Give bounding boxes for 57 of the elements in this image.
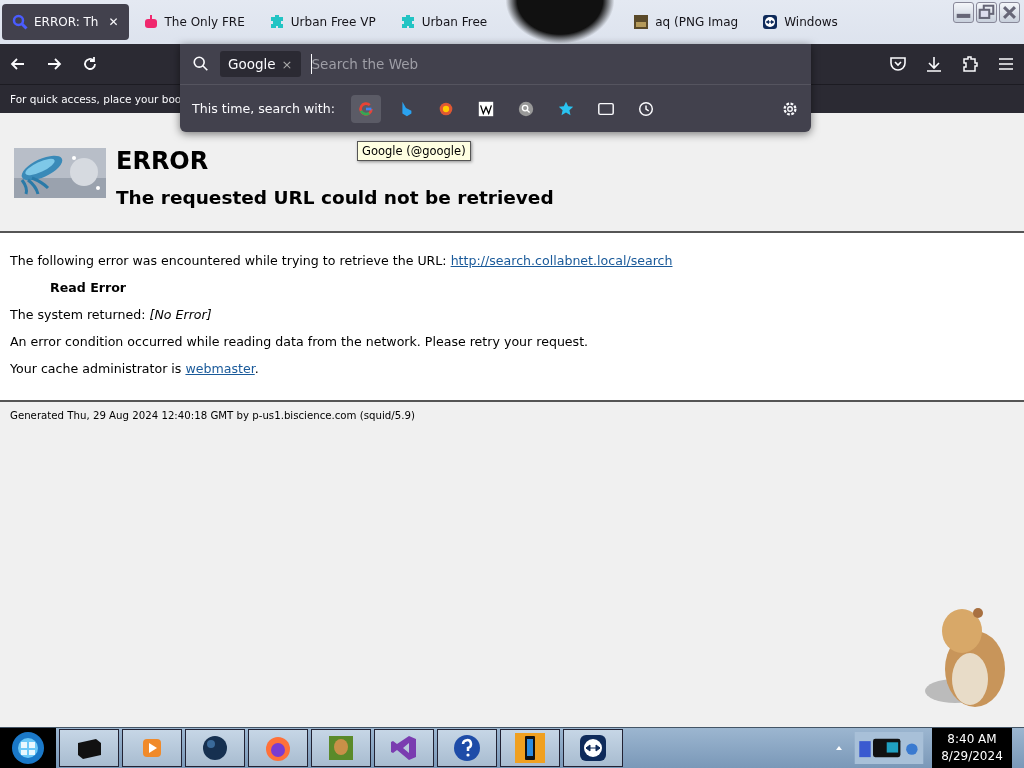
search-engine-chip[interactable]: Google × <box>220 51 301 77</box>
google-engine-button[interactable] <box>351 94 381 123</box>
browser-tab[interactable]: Windows <box>752 4 848 40</box>
error-name: Read Error <box>49 279 128 297</box>
player-app-button[interactable] <box>122 729 182 767</box>
url-link[interactable]: http://search.collabnet.local/search <box>450 253 673 268</box>
remote-app-button[interactable] <box>563 729 623 767</box>
system-returned-text: The system returned: [No Error] <box>10 306 213 324</box>
arrows-icon <box>578 733 608 763</box>
pocket-icon[interactable] <box>888 54 908 74</box>
puzzle-icon <box>268 14 285 30</box>
browser-tab[interactable]: aq (PNG Imag <box>623 4 749 40</box>
browser-tab[interactable]: Urban Free VP <box>258 4 386 40</box>
tray-icons-drawing[interactable] <box>854 732 924 764</box>
tablet-app-button[interactable] <box>500 729 560 767</box>
browser-tab[interactable]: Urban Free <box>389 4 498 40</box>
tablet-icon <box>515 733 545 763</box>
browser-tab[interactable]: The Only FRE <box>132 4 255 40</box>
tooltip: Google (@google) <box>357 141 471 161</box>
help-icon <box>452 733 482 763</box>
search-icon <box>192 55 210 73</box>
search-field[interactable]: Search the Web <box>310 54 799 74</box>
error-message: The following error was encountered while trying to retrieve the URL: http://search.collabnet.local/search <box>10 252 674 270</box>
visual-studio-app-button[interactable] <box>374 729 434 767</box>
globe-icon <box>200 733 230 763</box>
error-subtitle: The requested URL could not be retrieved <box>116 187 554 208</box>
puzzle-icon[interactable] <box>960 54 980 74</box>
administrator-text: Your cache administrator is webmaster. <box>10 360 260 378</box>
visual-studio-icon <box>389 733 419 763</box>
error-description: An error condition occurred while reading data from the network. Please retry your request. <box>10 333 590 351</box>
game-app-button[interactable] <box>311 729 371 767</box>
bookmarks-hint: For quick access, place your boo <box>10 93 182 105</box>
magnifier-icon <box>517 99 535 118</box>
browser-tab[interactable]: ERROR: Th ✕ <box>2 4 129 40</box>
puzzle-icon <box>399 14 416 30</box>
search-with-label: This time, search with: <box>192 101 335 116</box>
google-icon <box>357 99 375 118</box>
wikipedia-icon <box>477 99 495 118</box>
windows-orb-icon <box>10 730 46 766</box>
robot-icon <box>142 14 159 30</box>
firefox-app-button[interactable] <box>248 729 308 767</box>
clock-icon <box>637 99 655 118</box>
box-app-button[interactable] <box>59 729 119 767</box>
image-icon <box>633 14 650 30</box>
close-icon[interactable] <box>1000 3 1019 22</box>
arrows-icon <box>762 14 779 30</box>
search-icon <box>12 14 28 30</box>
globe-app-button[interactable] <box>185 729 245 767</box>
footer-text: Generated Thu, 29 Aug 2024 12:40:18 GMT by p-us1.biscience.com (squid/5.9) <box>10 410 415 421</box>
webmaster-link[interactable]: webmaster <box>185 361 255 376</box>
restore-icon[interactable] <box>977 3 996 22</box>
help-app-button[interactable] <box>437 729 497 767</box>
close-tab-button[interactable]: ✕ <box>108 15 119 29</box>
start-button[interactable] <box>0 728 56 768</box>
download-icon[interactable] <box>924 54 944 74</box>
error-title: ERROR <box>116 147 209 175</box>
clock[interactable]: 8:40 AM 8/29/2024 <box>932 728 1012 768</box>
